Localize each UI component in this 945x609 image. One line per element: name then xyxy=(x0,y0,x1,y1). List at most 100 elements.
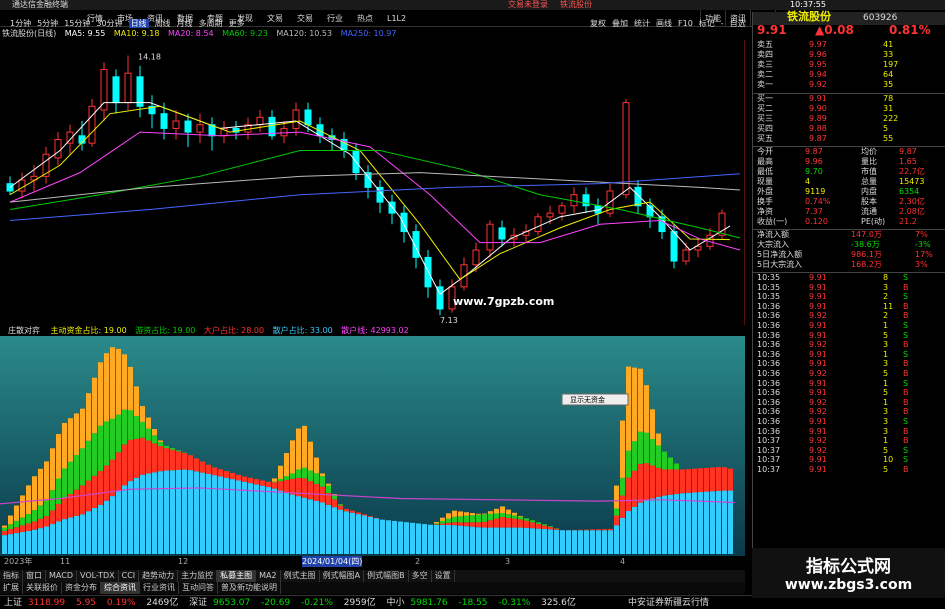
chart-tool-button[interactable]: 统计 xyxy=(634,19,650,28)
indicator-bar xyxy=(56,504,61,522)
candlestick-chart[interactable]: 14.0013.5013.0012.5012.0011.5011.0010.50… xyxy=(0,40,745,325)
indicator-tab[interactable]: MACD xyxy=(46,570,77,582)
indicator-item-0: 主动资金占比: 19.00 xyxy=(50,326,127,335)
stat-value: 2.30亿 xyxy=(899,197,925,206)
menu-item[interactable]: L1L2 xyxy=(380,10,413,27)
tick-volume: 3 xyxy=(883,282,889,292)
indicator-bar xyxy=(332,507,337,554)
extension-tab[interactable]: 行业资讯 xyxy=(140,582,179,594)
period-button[interactable]: 日线 xyxy=(128,19,149,28)
date-label: 4 xyxy=(620,557,626,566)
extension-tab[interactable]: 互动问答 xyxy=(179,582,218,594)
menu-item[interactable]: 交易 xyxy=(290,10,320,27)
indicator-tab[interactable]: 窗口 xyxy=(23,570,46,582)
indicator-bar xyxy=(662,469,667,496)
extension-tab[interactable]: 关联报价 xyxy=(23,582,62,594)
period-button[interactable]: 月线 xyxy=(177,19,193,28)
candle-body xyxy=(196,124,204,133)
indicator-bar xyxy=(452,525,457,554)
indicator-bar xyxy=(602,530,607,554)
indicator-tab[interactable]: VOL-TDX xyxy=(77,570,119,582)
date-label: 2023年 xyxy=(4,557,33,566)
period-button[interactable]: 1分钟 xyxy=(10,19,31,28)
indicator-bar xyxy=(140,474,145,554)
bid-price: 9.88 xyxy=(809,124,827,133)
indicator-tab[interactable]: 多空 xyxy=(409,570,432,582)
period-button[interactable]: 5分钟 xyxy=(37,19,58,28)
chart-tool-button[interactable]: - xyxy=(721,19,724,28)
chart-tool-button[interactable]: 叠加 xyxy=(612,19,628,28)
quote-row: 10:36 9.92 3 B xyxy=(753,340,945,350)
chart-tool-button[interactable]: 标记 xyxy=(699,19,715,28)
indicator-tab[interactable]: 例式主图 xyxy=(281,570,320,582)
indicator-bar xyxy=(50,448,55,491)
candle-body xyxy=(486,223,494,251)
candle-body xyxy=(100,68,108,111)
menu-item[interactable]: 行业 xyxy=(320,10,350,27)
indicator-bar xyxy=(104,465,109,501)
chart-tool-button[interactable]: 画线 xyxy=(656,19,672,28)
indicator-bar xyxy=(662,495,667,554)
indicator-bar xyxy=(656,496,661,554)
indicator-bar xyxy=(2,530,7,536)
tick-price: 9.92 xyxy=(809,311,827,321)
date-label: 12 xyxy=(178,557,189,566)
indicator-bar xyxy=(164,445,169,449)
indicator-bar xyxy=(638,463,643,503)
indicator-bar xyxy=(272,478,277,482)
zx-index-label[interactable]: 中小 xyxy=(387,598,405,608)
chart-tool-button[interactable]: 复权 xyxy=(590,19,606,28)
indicator-tab[interactable]: 趋势动力 xyxy=(139,570,179,582)
chart-tool-button[interactable]: 自选 xyxy=(730,19,746,28)
indicator-bar xyxy=(482,527,487,554)
indicator-tab[interactable]: 例式幅图A xyxy=(320,570,365,582)
low-price-label: 7.13 xyxy=(440,316,458,325)
watermark-title: 指标公式网 xyxy=(806,557,891,577)
chart-tool-button[interactable]: F10 xyxy=(678,19,693,28)
indicator-tab[interactable]: 主力监控 xyxy=(178,570,218,582)
indicator-bar xyxy=(722,467,727,491)
indicator-bar xyxy=(230,479,235,554)
period-button[interactable]: 30分钟 xyxy=(96,19,122,28)
indicator-bar xyxy=(8,515,13,525)
sz-index-label[interactable]: 深证 xyxy=(189,598,207,608)
indicator-tab[interactable]: 设置 xyxy=(432,570,455,582)
indicator-bar xyxy=(500,527,505,554)
extension-tab[interactable]: 普及新功能说明 xyxy=(218,582,281,594)
period-button[interactable]: 周线 xyxy=(155,19,171,28)
stock-link[interactable]: 铁流股份 xyxy=(560,0,592,10)
indicator-chart[interactable]: 160001400012000100008000600040002000显示无资… xyxy=(0,336,745,556)
tick-price: 9.91 xyxy=(809,464,827,474)
tick-volume: 3 xyxy=(883,340,889,350)
quote-row: 10:36 9.92 1 B xyxy=(753,398,945,408)
quote-row: 卖五 9.97 41 xyxy=(753,40,945,50)
indicator-tab[interactable]: 例式幅图B xyxy=(364,570,409,582)
login-status[interactable]: 交易未登录 xyxy=(508,0,548,10)
period-button[interactable]: 多周期 xyxy=(199,19,223,28)
quote-row: 10:36 9.92 3 B xyxy=(753,407,945,417)
sh-index-label[interactable]: 上证 xyxy=(4,598,22,608)
indicator-bar xyxy=(458,525,463,554)
period-button[interactable]: 15分钟 xyxy=(64,19,90,28)
menu-item[interactable]: 文易 xyxy=(260,10,290,27)
stat-label: 外盘 xyxy=(757,187,773,196)
indicator-tab[interactable]: MA2 xyxy=(256,570,281,582)
tick-time: 10:37 xyxy=(757,445,781,455)
chart-header: 铁流股份(日线) MA5: 9.55 MA10: 9.18 MA20: 8.54… xyxy=(0,28,745,40)
indicator-tab[interactable]: CCI xyxy=(119,570,140,582)
period-button[interactable]: 更多 xyxy=(229,19,245,28)
indicator-bar xyxy=(536,523,541,529)
extension-tab[interactable]: 资金分布 xyxy=(62,582,101,594)
indicator-bar xyxy=(620,477,625,496)
extension-tab[interactable]: 扩展 xyxy=(0,582,23,594)
indicator-tab[interactable]: 指标 xyxy=(0,570,23,582)
indicator-bar xyxy=(398,521,403,554)
indicator-bar xyxy=(128,410,133,440)
indicator-tab[interactable]: 私募主图 xyxy=(217,570,257,582)
indicator-bar xyxy=(296,496,301,554)
indicator-bar xyxy=(92,508,97,554)
extension-tab[interactable]: 综合资讯 xyxy=(101,582,140,594)
indicator-bar xyxy=(308,470,313,482)
menu-item[interactable]: 热点 xyxy=(350,10,380,27)
indicator-bar xyxy=(230,472,235,480)
